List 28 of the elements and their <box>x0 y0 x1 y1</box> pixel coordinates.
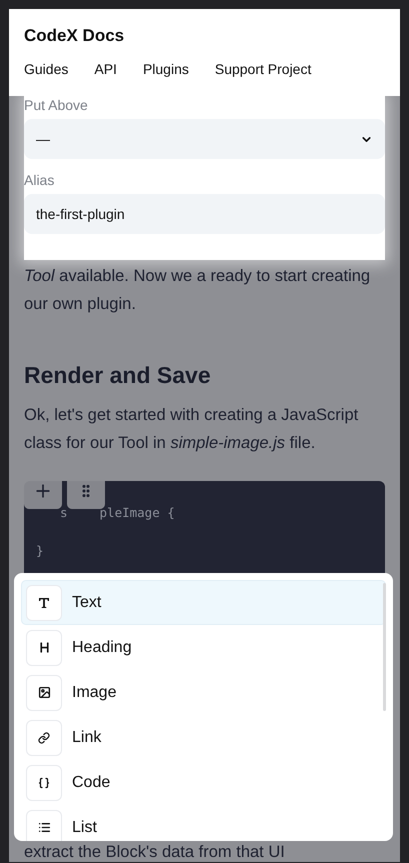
toolbox-item[interactable]: List <box>21 805 386 841</box>
nav-link[interactable]: Guides <box>24 61 68 77</box>
list-icon <box>38 821 50 834</box>
link-icon <box>38 732 50 744</box>
nav-link[interactable]: Support Project <box>214 61 312 77</box>
code-text: pleImage { <box>100 504 175 520</box>
braces-icon <box>38 776 50 788</box>
input-field[interactable]: the-first-plugin <box>24 194 385 234</box>
toolbox-item[interactable]: Code <box>21 760 386 805</box>
field-label: Put Above <box>24 96 89 114</box>
site-title: CodeX Docs <box>24 26 126 46</box>
code-text: } <box>36 542 44 558</box>
paragraph: Tool available. Now we a ready to start creating our own plugin. <box>24 266 372 315</box>
toolbox-item[interactable]: Image <box>21 670 386 715</box>
nav-link[interactable]: API <box>94 61 117 77</box>
heading-icon <box>38 641 50 654</box>
toolbox-item[interactable]: Text <box>21 580 386 625</box>
select-field[interactable]: — <box>24 119 385 159</box>
nav-link[interactable]: Plugins <box>142 61 189 77</box>
field-label: Alias <box>24 171 56 189</box>
paragraph: Ok, let's get started with creating a JavaScript class for our Tool in simple-image.js file. <box>24 405 360 454</box>
toolbox-item[interactable]: Link <box>21 715 386 760</box>
toolbox-item[interactable]: Heading <box>21 625 386 670</box>
paragraph: extract the Block's data from that UI <box>24 842 286 862</box>
code-text: s <box>60 504 68 520</box>
image-icon <box>38 686 50 699</box>
text-icon <box>37 596 51 610</box>
section-heading: Render and Save <box>24 362 212 389</box>
